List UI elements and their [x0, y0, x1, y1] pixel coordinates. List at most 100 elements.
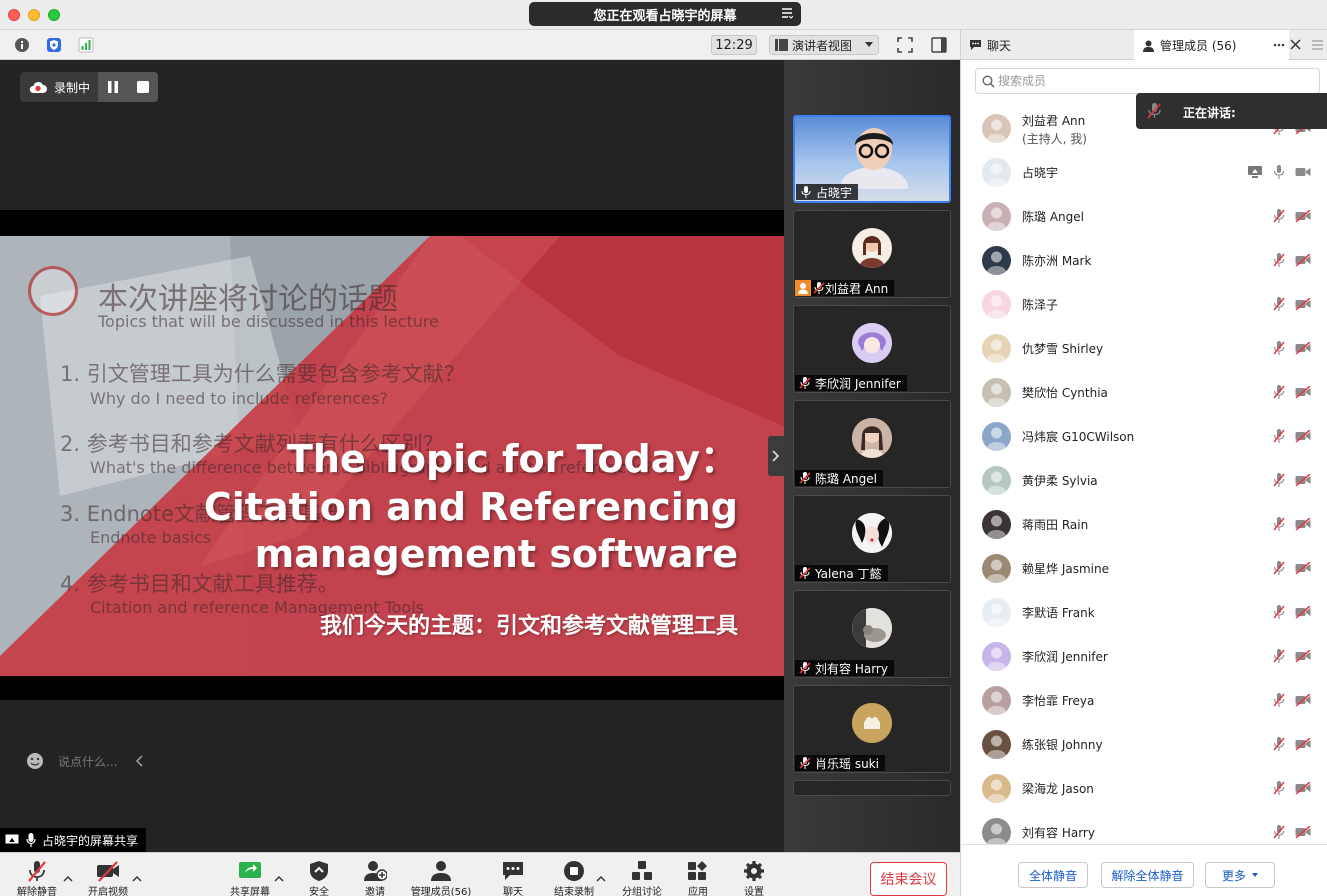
panel-menu-icon[interactable] [1312, 40, 1323, 50]
stop-recording-button[interactable] [128, 72, 158, 102]
member-row[interactable]: 占晓宇 [961, 150, 1327, 194]
microphone-icon[interactable] [1273, 165, 1285, 179]
video-off-icon[interactable] [1295, 562, 1311, 574]
video-camera-icon[interactable] [1295, 166, 1311, 178]
video-off-icon[interactable] [1295, 694, 1311, 706]
end-recording-button[interactable]: 结束录制 [550, 853, 598, 896]
member-row[interactable]: 李默语 Frank [961, 590, 1327, 634]
video-tile[interactable]: 占晓宇 [793, 115, 951, 203]
video-off-icon[interactable] [1295, 254, 1311, 266]
member-row[interactable]: 赖星烨 Jasmine [961, 546, 1327, 590]
pause-recording-button[interactable] [98, 72, 128, 102]
member-row[interactable]: 冯炜宸 G10CWilson [961, 414, 1327, 458]
muted-microphone-icon[interactable] [1273, 737, 1285, 751]
video-tile[interactable]: 李欣润 Jennifer [793, 305, 951, 393]
mute-all-button[interactable]: 全体静音 [1018, 862, 1088, 888]
member-row[interactable]: 陈璐 Angel [961, 194, 1327, 238]
muted-microphone-icon[interactable] [1273, 473, 1285, 487]
fullscreen-icon[interactable] [897, 37, 913, 53]
video-tile[interactable]: 刘益君 Ann [793, 210, 951, 298]
member-row[interactable]: 陈泽子 [961, 282, 1327, 326]
chevron-up-icon[interactable] [596, 875, 606, 883]
video-off-icon[interactable] [1295, 298, 1311, 310]
share-screen-button[interactable]: 共享屏幕 [224, 853, 276, 896]
emoji-icon[interactable] [26, 752, 44, 770]
muted-microphone-icon[interactable] [1273, 253, 1285, 267]
apps-button[interactable]: 应用 [682, 853, 714, 896]
video-off-icon[interactable] [1295, 474, 1311, 486]
viewing-screen-banner[interactable]: 您正在观看占晓宇的屏幕 [529, 2, 801, 26]
chevron-left-icon[interactable] [136, 755, 144, 767]
video-off-icon[interactable] [1295, 210, 1311, 222]
start-video-button[interactable]: 开启视频 [82, 853, 134, 896]
video-tile[interactable]: Yalena 丁懿 [793, 495, 951, 583]
video-tile[interactable]: 肖乐瑶 suki [793, 685, 951, 773]
chevron-up-icon[interactable] [274, 875, 284, 883]
member-row[interactable]: 练张银 Johnny [961, 722, 1327, 766]
manage-members-button[interactable]: 管理成员(56) [408, 853, 474, 896]
muted-microphone-icon[interactable] [1273, 209, 1285, 223]
video-off-icon[interactable] [1295, 826, 1311, 838]
unmute-button[interactable]: 解除静音 [8, 853, 66, 896]
video-off-icon[interactable] [1295, 430, 1311, 442]
video-tile[interactable]: 刘有容 Harry [793, 590, 951, 678]
tab-chat[interactable]: 聊天 [969, 30, 1134, 60]
muted-microphone-icon[interactable] [1273, 781, 1285, 795]
info-icon[interactable] [14, 37, 30, 53]
quick-chat-input[interactable]: 说点什么... [24, 750, 154, 772]
video-off-icon[interactable] [1295, 738, 1311, 750]
muted-microphone-icon[interactable] [1273, 561, 1285, 575]
chevron-up-icon[interactable] [63, 875, 73, 883]
video-tile[interactable] [793, 780, 951, 796]
close-window-button[interactable] [8, 9, 20, 21]
expand-video-strip-button[interactable] [768, 436, 784, 476]
muted-microphone-icon[interactable] [1273, 649, 1285, 663]
tab-members[interactable]: 管理成员 (56) [1134, 30, 1289, 61]
chevron-up-icon[interactable] [132, 875, 142, 883]
member-row[interactable]: 樊欣怡 Cynthia [961, 370, 1327, 414]
security-button[interactable]: 安全 [300, 853, 338, 896]
search-input[interactable] [998, 73, 1298, 89]
member-row[interactable]: 蒋雨田 Rain [961, 502, 1327, 546]
muted-microphone-icon[interactable] [1273, 385, 1285, 399]
video-tile[interactable]: 陈璐 Angel [793, 400, 951, 488]
view-options-icon[interactable] [781, 7, 793, 19]
close-icon[interactable] [1290, 39, 1301, 50]
video-off-icon[interactable] [1295, 650, 1311, 662]
muted-microphone-icon[interactable] [1273, 297, 1285, 311]
more-button[interactable]: 更多 [1205, 862, 1275, 888]
settings-button[interactable]: 设置 [738, 853, 770, 896]
member-row[interactable]: 李欣润 Jennifer [961, 634, 1327, 678]
chat-button[interactable]: 聊天 [495, 853, 531, 896]
video-off-icon[interactable] [1295, 606, 1311, 618]
view-mode-dropdown[interactable]: 演讲者视图 [769, 35, 879, 55]
member-row[interactable]: 梁海龙 Jason [961, 766, 1327, 810]
toggle-panel-icon[interactable] [931, 37, 947, 53]
member-row[interactable]: 刘有容 Harry [961, 810, 1327, 844]
member-search[interactable] [975, 68, 1320, 94]
muted-microphone-icon[interactable] [1273, 517, 1285, 531]
breakout-rooms-button[interactable]: 分组讨论 [618, 853, 666, 896]
panel-tabs: 聊天 管理成员 (56) [961, 30, 1327, 61]
video-off-icon[interactable] [1295, 386, 1311, 398]
muted-microphone-icon[interactable] [1273, 429, 1285, 443]
video-off-icon[interactable] [1295, 342, 1311, 354]
encryption-shield-icon[interactable] [46, 37, 62, 53]
video-off-icon[interactable] [1295, 518, 1311, 530]
member-row[interactable]: 黄伊柔 Sylvia [961, 458, 1327, 502]
video-off-icon[interactable] [1295, 782, 1311, 794]
minimize-window-button[interactable] [28, 9, 40, 21]
member-row[interactable]: 仇梦雪 Shirley [961, 326, 1327, 370]
invite-button[interactable]: 邀请 [355, 853, 395, 896]
member-row[interactable]: 李怡霏 Freya [961, 678, 1327, 722]
more-options-icon[interactable] [1273, 43, 1285, 47]
muted-microphone-icon[interactable] [1273, 605, 1285, 619]
muted-microphone-icon[interactable] [1273, 693, 1285, 707]
member-row[interactable]: 陈亦洲 Mark [961, 238, 1327, 282]
zoom-window-button[interactable] [48, 9, 60, 21]
end-meeting-button[interactable]: 结束会议 [870, 862, 947, 896]
unmute-all-button[interactable]: 解除全体静音 [1101, 862, 1194, 888]
network-stats-icon[interactable] [78, 37, 94, 53]
muted-microphone-icon[interactable] [1273, 341, 1285, 355]
muted-microphone-icon[interactable] [1273, 825, 1285, 839]
